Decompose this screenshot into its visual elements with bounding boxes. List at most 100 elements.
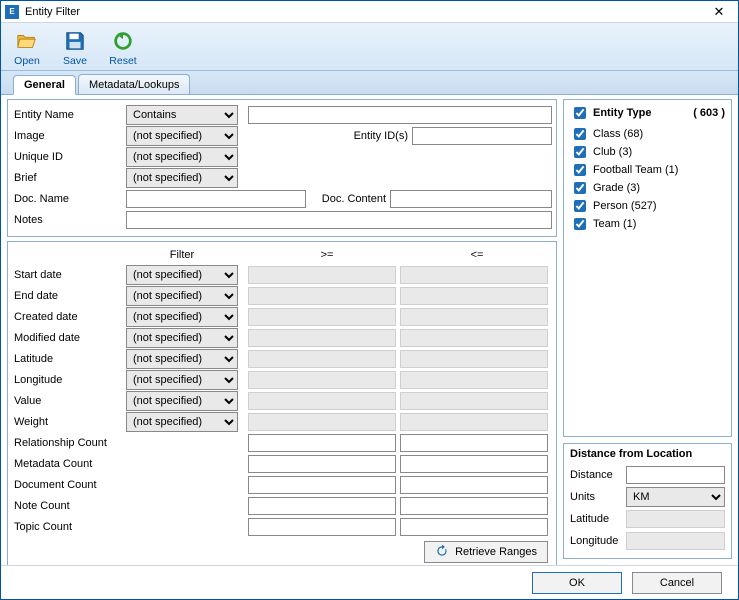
grid-row-op-select[interactable]: (not specified)	[126, 307, 238, 327]
tabstrip: General Metadata/Lookups	[1, 71, 738, 95]
grid-row-gte-input[interactable]	[248, 455, 396, 473]
entity-type-item[interactable]: Club (3)	[570, 144, 725, 160]
grid-row-lte-input[interactable]	[400, 518, 548, 536]
grid-row: Value(not specified)	[14, 390, 552, 411]
entity-type-all-checkbox[interactable]	[574, 107, 586, 119]
grid-body: Start date(not specified)End date(not sp…	[14, 264, 552, 537]
grid-row-gte-field	[248, 392, 396, 410]
tab-general[interactable]: General	[13, 75, 76, 95]
grid-row-lte-input[interactable]	[400, 434, 548, 452]
entity-type-header: Entity Type ( 603 )	[570, 104, 725, 122]
unique-id-op-select[interactable]: (not specified)	[126, 147, 238, 167]
grid-row-op-select[interactable]: (not specified)	[126, 391, 238, 411]
grid-row-op-select[interactable]: (not specified)	[126, 370, 238, 390]
save-icon	[64, 30, 86, 55]
entity-type-count: ( 603 )	[693, 107, 725, 119]
grid-row-gte-field	[248, 329, 396, 347]
grid-row-op-select[interactable]: (not specified)	[126, 412, 238, 432]
grid-row-op-select[interactable]: (not specified)	[126, 286, 238, 306]
entity-name-op-select[interactable]: Contains	[126, 105, 238, 125]
entity-type-item[interactable]: Class (68)	[570, 126, 725, 142]
grid-header: Filter >= <=	[14, 246, 552, 264]
grid-row-label: Start date	[14, 269, 126, 281]
retrieve-ranges-label: Retrieve Ranges	[455, 546, 537, 558]
grid-row-lte-input[interactable]	[400, 476, 548, 494]
entity-type-checkbox[interactable]	[574, 182, 586, 194]
cancel-button[interactable]: Cancel	[632, 572, 722, 594]
grid-row-lte-field	[400, 287, 548, 305]
grid-row-gte-input[interactable]	[248, 434, 396, 452]
distance-longitude-label: Longitude	[570, 535, 626, 547]
close-button[interactable]: ✕	[704, 4, 734, 20]
grid-row-gte-input[interactable]	[248, 518, 396, 536]
notes-input[interactable]	[126, 211, 552, 229]
notes-label: Notes	[14, 214, 126, 226]
grid-row: Longitude(not specified)	[14, 369, 552, 390]
left-column: Entity Name Contains Image (not specifie…	[7, 99, 557, 559]
grid-header-lte: <=	[402, 249, 552, 261]
grid-row-label: Latitude	[14, 353, 126, 365]
doc-name-input[interactable]	[126, 190, 306, 208]
grid-row: Start date(not specified)	[14, 264, 552, 285]
grid-row-label: Longitude	[14, 374, 126, 386]
entity-type-checkbox[interactable]	[574, 218, 586, 230]
grid-row-lte-field	[400, 329, 548, 347]
retrieve-ranges-button[interactable]: Retrieve Ranges	[424, 541, 548, 563]
grid-row: End date(not specified)	[14, 285, 552, 306]
brief-op-select[interactable]: (not specified)	[126, 168, 238, 188]
entity-name-input[interactable]	[248, 106, 552, 124]
grid-row: Note Count	[14, 495, 552, 516]
grid-row: Document Count	[14, 474, 552, 495]
distance-input[interactable]	[626, 466, 725, 484]
entity-type-item[interactable]: Grade (3)	[570, 180, 725, 196]
entity-type-title: Entity Type	[593, 107, 651, 119]
grid-row-lte-field	[400, 371, 548, 389]
entity-type-checkbox[interactable]	[574, 164, 586, 176]
grid-row-lte-field	[400, 413, 548, 431]
open-button[interactable]: Open	[7, 28, 47, 67]
ok-button[interactable]: OK	[532, 572, 622, 594]
grid-row-label: Weight	[14, 416, 126, 428]
grid-row-op-select[interactable]: (not specified)	[126, 328, 238, 348]
distance-panel-title: Distance from Location	[570, 448, 725, 460]
entity-type-checkbox[interactable]	[574, 146, 586, 158]
entity-type-item-label: Team (1)	[593, 218, 636, 230]
distance-label: Distance	[570, 469, 626, 481]
entity-type-item[interactable]: Team (1)	[570, 216, 725, 232]
entity-ids-input[interactable]	[412, 127, 552, 145]
units-select[interactable]: KM	[626, 487, 725, 507]
grid-row-op-select[interactable]: (not specified)	[126, 349, 238, 369]
grid-row-lte-field	[400, 308, 548, 326]
doc-content-input[interactable]	[390, 190, 552, 208]
entity-type-item[interactable]: Football Team (1)	[570, 162, 725, 178]
grid-row-label: Metadata Count	[14, 458, 126, 470]
units-label: Units	[570, 491, 626, 503]
grid-row-label: Value	[14, 395, 126, 407]
grid-row-gte-field	[248, 413, 396, 431]
entity-type-item[interactable]: Person (527)	[570, 198, 725, 214]
grid-row-lte-input[interactable]	[400, 455, 548, 473]
grid-row-lte-field	[400, 266, 548, 284]
image-op-select[interactable]: (not specified)	[126, 126, 238, 146]
entity-type-item-label: Football Team (1)	[593, 164, 678, 176]
tab-metadata-lookups[interactable]: Metadata/Lookups	[78, 74, 191, 94]
grid-row-gte-input[interactable]	[248, 476, 396, 494]
entity-type-checkbox[interactable]	[574, 128, 586, 140]
grid-row-gte-field	[248, 287, 396, 305]
retrieve-bar: Retrieve Ranges	[14, 537, 552, 563]
grid-row-gte-field	[248, 371, 396, 389]
grid-row: Topic Count	[14, 516, 552, 537]
grid-row-gte-field	[248, 350, 396, 368]
grid-row: Relationship Count	[14, 432, 552, 453]
grid-row-lte-input[interactable]	[400, 497, 548, 515]
entity-type-item-label: Class (68)	[593, 128, 643, 140]
reset-button[interactable]: Reset	[103, 28, 143, 67]
distance-latitude-label: Latitude	[570, 513, 626, 525]
entity-type-checkbox[interactable]	[574, 200, 586, 212]
save-button[interactable]: Save	[55, 28, 95, 67]
grid-row-gte-input[interactable]	[248, 497, 396, 515]
grid-row-lte-field	[400, 350, 548, 368]
folder-open-icon	[16, 30, 38, 55]
grid-row-op-select[interactable]: (not specified)	[126, 265, 238, 285]
range-grid-panel: Filter >= <= Start date(not specified)En…	[7, 241, 557, 565]
